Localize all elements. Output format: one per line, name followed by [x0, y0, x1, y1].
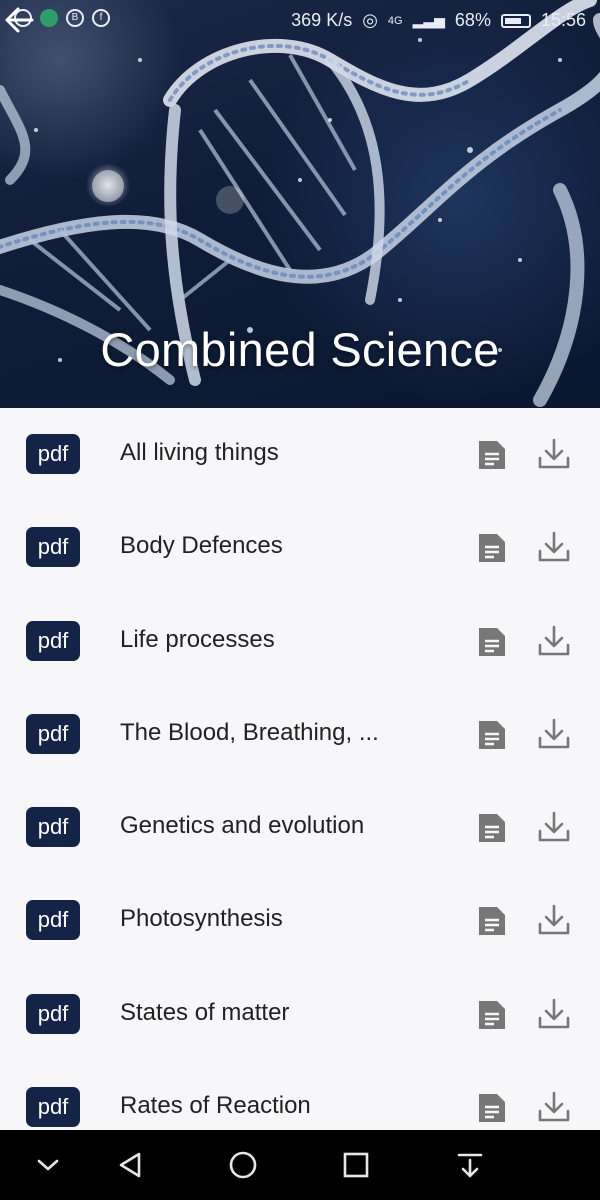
pdf-badge: pdf [26, 900, 80, 941]
document-icon[interactable] [476, 718, 508, 752]
document-icon[interactable] [476, 998, 508, 1032]
arrow-left-icon[interactable] [0, 0, 40, 40]
document-icon[interactable] [476, 531, 508, 565]
document-icon[interactable] [476, 904, 508, 938]
list-item[interactable]: pdf The Blood, Breathing, ... [0, 688, 600, 781]
download-icon[interactable] [537, 1090, 571, 1124]
download-icon[interactable] [537, 437, 571, 471]
download-icon[interactable] [537, 717, 571, 751]
chevron-down-icon[interactable] [30, 1150, 66, 1180]
pdf-badge: pdf [26, 1087, 80, 1128]
list-item[interactable]: pdf States of matter [0, 968, 600, 1061]
pdf-badge: pdf [26, 993, 80, 1034]
download-icon[interactable] [537, 997, 571, 1031]
recents-square-icon[interactable] [338, 1150, 374, 1180]
item-title[interactable]: Body Defences [120, 532, 283, 560]
status-right: 369 K/s ◎ 4G ▂▃▅ 68% 15:56 [291, 10, 586, 31]
document-icon[interactable] [476, 625, 508, 659]
system-nav-bar [0, 1130, 600, 1200]
list-item[interactable]: pdf Rates of Reaction [0, 1061, 600, 1130]
battery-icon [500, 13, 531, 28]
item-title[interactable]: States of matter [120, 999, 289, 1027]
battery-percent: 68% [454, 10, 491, 30]
list-item[interactable]: pdf Genetics and evolution [0, 781, 600, 874]
document-icon[interactable] [476, 811, 508, 845]
network-speed: 369 K/s [291, 10, 353, 30]
document-icon[interactable] [476, 438, 508, 472]
list-item[interactable]: pdf Body Defences [0, 501, 600, 594]
list-item[interactable]: pdf All living things [0, 408, 600, 501]
item-title[interactable]: Rates of Reaction [120, 1092, 311, 1120]
pdf-badge: pdf [26, 434, 80, 474]
back-triangle-icon[interactable] [112, 1150, 148, 1180]
item-title[interactable]: The Blood, Breathing, ... [120, 719, 379, 747]
notification-pull-icon[interactable] [452, 1150, 488, 1180]
download-icon[interactable] [537, 903, 571, 937]
status-bar: B f 369 K/s ◎ 4G ▂▃▅ 68% 15:56 [0, 0, 600, 42]
signal-icon: ▂▃▅ [412, 12, 445, 28]
page-title: Combined Science [100, 323, 500, 376]
clock: 15:56 [540, 10, 586, 30]
pdf-badge: pdf [26, 807, 80, 848]
item-title[interactable]: Life processes [120, 626, 275, 654]
document-icon[interactable] [476, 1091, 508, 1125]
item-title[interactable]: All living things [120, 439, 279, 467]
item-title[interactable]: Genetics and evolution [120, 812, 364, 840]
network-type: 4G [387, 14, 403, 27]
header-banner: B f 369 K/s ◎ 4G ▂▃▅ 68% 15:56 Combined … [0, 0, 600, 408]
android-icon [40, 9, 58, 27]
pdf-badge: pdf [26, 620, 80, 661]
item-title[interactable]: Photosynthesis [120, 905, 283, 933]
list-item[interactable]: pdf Life processes [0, 595, 600, 688]
download-icon[interactable] [537, 624, 571, 658]
list-item[interactable]: pdf Photosynthesis [0, 874, 600, 967]
wifi-icon: ◎ [362, 10, 378, 30]
pdf-badge: pdf [26, 713, 80, 754]
home-circle-icon[interactable] [225, 1150, 261, 1180]
download-icon[interactable] [537, 810, 571, 844]
download-icon[interactable] [537, 530, 571, 564]
facebook-icon: f [92, 9, 110, 27]
pdf-badge: pdf [26, 527, 80, 568]
pdf-list: pdf All living things pdf Body Defences … [0, 408, 600, 1130]
b-icon: B [66, 9, 84, 27]
